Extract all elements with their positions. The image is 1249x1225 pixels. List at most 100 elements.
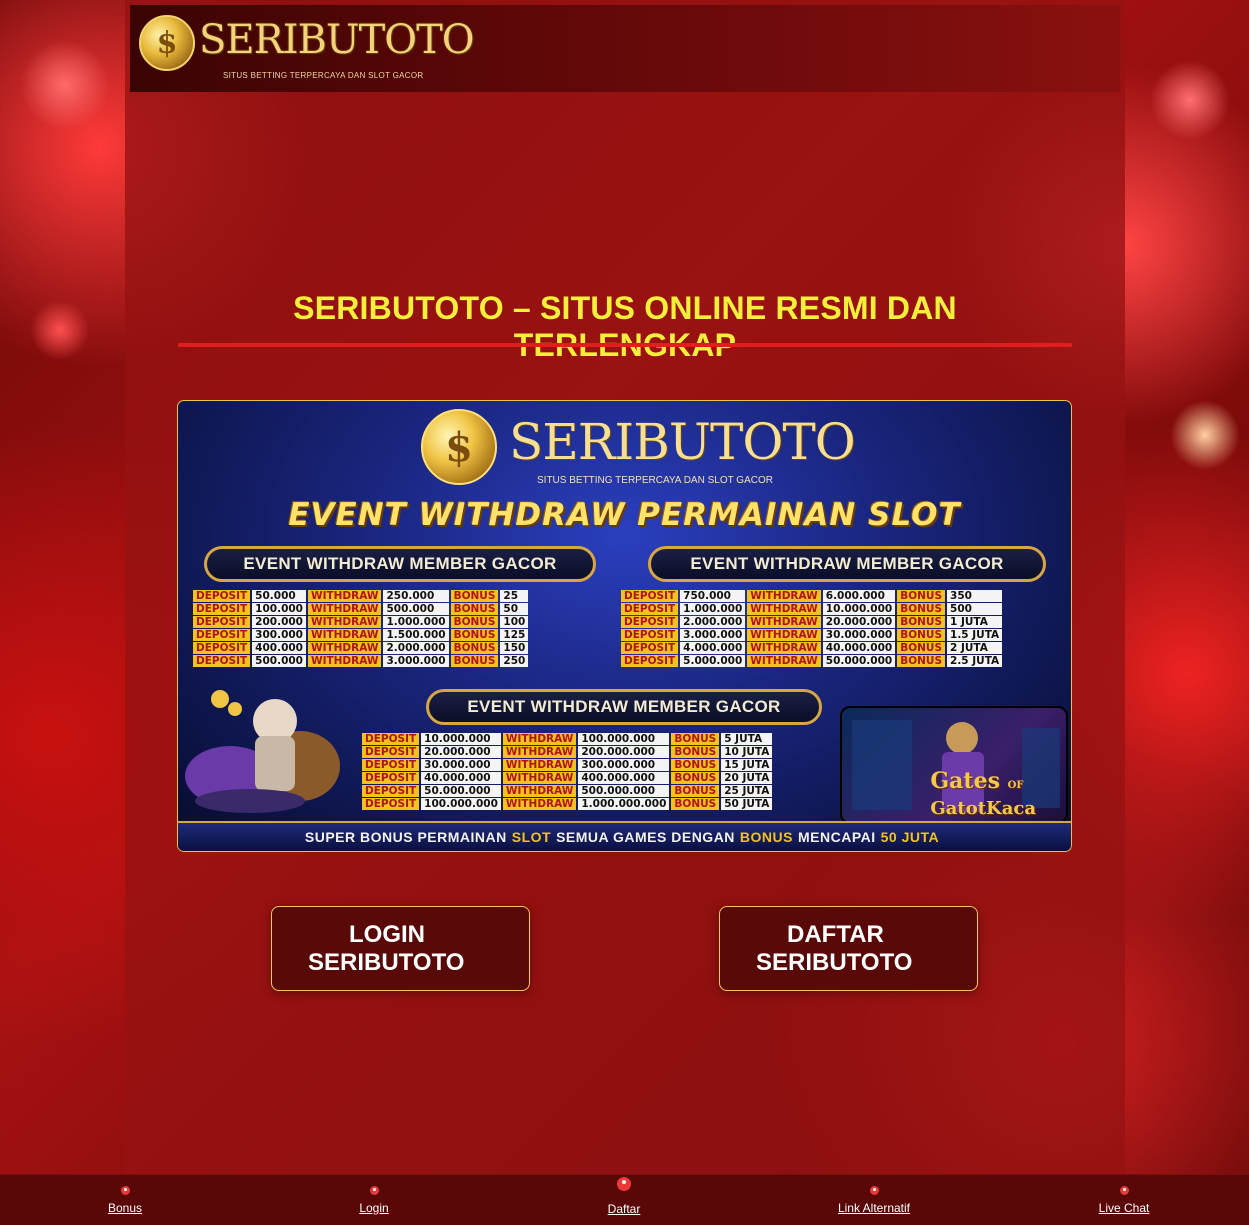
- promo-value-bonus: 2 JUTA: [947, 642, 1003, 654]
- promo-value-deposit: 750.000: [680, 590, 746, 602]
- nav-label[interactable]: Daftar: [608, 1202, 641, 1216]
- promo-label-bonus: BONUS: [671, 798, 720, 810]
- promo-label-bonus: BONUS: [450, 629, 499, 641]
- nav-item-link-alternatif[interactable]: Link Alternatif: [824, 1175, 924, 1225]
- promo-label-withdraw: WITHDRAW: [502, 798, 577, 810]
- promo-value-deposit: 4.000.000: [680, 642, 746, 654]
- promo-label-withdraw: WITHDRAW: [502, 759, 577, 771]
- promo-row: DEPOSIT 2.000.000 WITHDRAW 20.000.000 BONUS 1…: [621, 616, 1003, 628]
- promo-table-left: DEPOSIT 50.000 WITHDRAW 250.000 BONUS 25 DEPOS…: [191, 589, 530, 668]
- logo-tagline: SITUS BETTING TERPERCAYA DAN SLOT GACOR: [223, 71, 424, 80]
- nav-label[interactable]: Login: [359, 1201, 388, 1215]
- nav-item-live-chat[interactable]: Live Chat: [1089, 1175, 1159, 1225]
- promo-value-withdraw: 1.000.000: [383, 616, 449, 628]
- ribbon-bottom: EVENT WITHDRAW MEMBER GACOR: [426, 689, 822, 725]
- promo-value-deposit: 3.000.000: [680, 629, 746, 641]
- main-container: $ SERIBUTOTO SITUS BETTING TERPERCAYA DA…: [125, 0, 1125, 1175]
- banner-tagline: SITUS BETTING TERPERCAYA DAN SLOT GACOR: [537, 475, 773, 486]
- background-bokeh: [1170, 400, 1240, 470]
- promo-value-deposit: 300.000: [252, 629, 306, 641]
- promo-value-bonus: 150: [500, 642, 529, 654]
- promo-value-deposit: 100.000.000: [421, 798, 501, 810]
- promo-value-withdraw: 40.000.000: [822, 642, 896, 654]
- promo-value-withdraw: 10.000.000: [822, 603, 896, 615]
- promo-row: DEPOSIT 300.000 WITHDRAW 1.500.000 BONUS 125: [193, 629, 529, 641]
- promo-label-deposit: DEPOSIT: [362, 785, 420, 797]
- user-icon: [120, 1186, 130, 1195]
- nav-item-login[interactable]: Login: [344, 1175, 404, 1225]
- game-title: Gates OF GatotKaca: [930, 768, 1036, 820]
- promo-value-deposit: 20.000.000: [421, 746, 501, 758]
- promo-label-withdraw: WITHDRAW: [747, 629, 821, 641]
- game-title-line: GatotKaca: [930, 798, 1036, 819]
- promo-value-bonus: 2.5 JUTA: [947, 655, 1003, 667]
- user-icon: [617, 1177, 631, 1191]
- promo-row: DEPOSIT 3.000.000 WITHDRAW 30.000.000 BONUS 1…: [621, 629, 1003, 641]
- promo-row: DEPOSIT 4.000.000 WITHDRAW 40.000.000 BONUS 2…: [621, 642, 1003, 654]
- promo-value-deposit: 40.000.000: [421, 772, 501, 784]
- promo-row: DEPOSIT 750.000 WITHDRAW 6.000.000 BONUS 350: [621, 590, 1003, 602]
- promo-label-bonus: BONUS: [671, 772, 720, 784]
- promo-value-withdraw: 2.000.000: [383, 642, 449, 654]
- promo-label-withdraw: WITHDRAW: [747, 590, 821, 602]
- promo-table-right: DEPOSIT 750.000 WITHDRAW 6.000.000 BONUS 350 D…: [619, 589, 1004, 668]
- site-logo[interactable]: $ SERIBUTOTO SITUS BETTING TERPERCAYA DA…: [135, 9, 475, 87]
- nav-label[interactable]: Live Chat: [1099, 1201, 1150, 1215]
- promo-label-withdraw: WITHDRAW: [307, 590, 382, 602]
- promo-value-deposit: 10.000.000: [421, 733, 501, 745]
- bottom-nav: Bonus Login Daftar Link Alternatif Live …: [0, 1174, 1249, 1225]
- promo-label-bonus: BONUS: [897, 590, 946, 602]
- promo-label-bonus: BONUS: [671, 733, 720, 745]
- promo-label-deposit: DEPOSIT: [362, 772, 420, 784]
- promo-label-bonus: BONUS: [671, 746, 720, 758]
- promo-row: DEPOSIT 100.000.000 WITHDRAW 1.000.000.000 B…: [362, 798, 773, 810]
- nav-label[interactable]: Link Alternatif: [838, 1201, 910, 1215]
- promo-row: DEPOSIT 10.000.000 WITHDRAW 100.000.000 BONU…: [362, 733, 773, 745]
- promo-label-bonus: BONUS: [897, 603, 946, 615]
- slot-characters-image: [180, 681, 355, 821]
- promo-value-deposit: 100.000: [252, 603, 306, 615]
- nav-item-bonus[interactable]: Bonus: [95, 1175, 155, 1225]
- promo-label-deposit: DEPOSIT: [193, 655, 251, 667]
- promo-label-bonus: BONUS: [450, 642, 499, 654]
- daftar-button[interactable]: DAFTAR SERIBUTOTO: [719, 906, 978, 991]
- banner-logo: $ SERIBUTOTO SITUS BETTING TERPERCAYA DA…: [421, 407, 856, 487]
- promo-label-bonus: BONUS: [671, 785, 720, 797]
- promo-label-bonus: BONUS: [450, 590, 499, 602]
- promo-value-bonus: 5 JUTA: [721, 733, 773, 745]
- page-title: SERIBUTOTO – SITUS ONLINE RESMI DAN TERL…: [293, 290, 957, 363]
- footer-text: SUPER BONUS PERMAINAN: [304, 829, 507, 845]
- promo-row: DEPOSIT 40.000.000 WITHDRAW 400.000.000 BONU…: [362, 772, 773, 784]
- footer-highlight: SLOT: [511, 829, 552, 845]
- promo-value-bonus: 50: [500, 603, 529, 615]
- promo-value-withdraw: 100.000.000: [578, 733, 670, 745]
- footer-highlight: 50 JUTA: [880, 829, 940, 845]
- promo-label-withdraw: WITHDRAW: [747, 603, 821, 615]
- promo-value-bonus: 25: [500, 590, 529, 602]
- login-button[interactable]: LOGIN SERIBUTOTO: [271, 906, 530, 991]
- promo-label-deposit: DEPOSIT: [621, 603, 679, 615]
- login-button-line2: SERIBUTOTO: [308, 949, 465, 976]
- promo-label-bonus: BONUS: [450, 655, 499, 667]
- promo-label-deposit: DEPOSIT: [621, 655, 679, 667]
- promo-label-bonus: BONUS: [897, 655, 946, 667]
- promo-label-deposit: DEPOSIT: [193, 616, 251, 628]
- promo-value-bonus: 25 JUTA: [721, 785, 773, 797]
- promo-label-bonus: BONUS: [897, 629, 946, 641]
- background-bokeh: [1150, 60, 1230, 140]
- promo-label-deposit: DEPOSIT: [621, 616, 679, 628]
- promo-table-bottom: DEPOSIT 10.000.000 WITHDRAW 100.000.000 BONU…: [360, 732, 774, 811]
- promo-label-withdraw: WITHDRAW: [502, 733, 577, 745]
- nav-label[interactable]: Bonus: [108, 1201, 142, 1215]
- promo-value-bonus: 20 JUTA: [721, 772, 773, 784]
- footer-text: MENCAPAI: [797, 829, 876, 845]
- promo-label-deposit: DEPOSIT: [362, 733, 420, 745]
- nav-item-daftar[interactable]: Daftar: [594, 1175, 654, 1225]
- footer-text: SEMUA GAMES DENGAN: [556, 829, 735, 845]
- ribbon-right: EVENT WITHDRAW MEMBER GACOR: [648, 546, 1046, 582]
- promo-value-deposit: 5.000.000: [680, 655, 746, 667]
- banner-title: EVENT WITHDRAW PERMAINAN SLOT: [288, 497, 961, 533]
- promo-value-withdraw: 20.000.000: [822, 616, 896, 628]
- promo-value-bonus: 50 JUTA: [721, 798, 773, 810]
- promo-value-deposit: 50.000.000: [421, 785, 501, 797]
